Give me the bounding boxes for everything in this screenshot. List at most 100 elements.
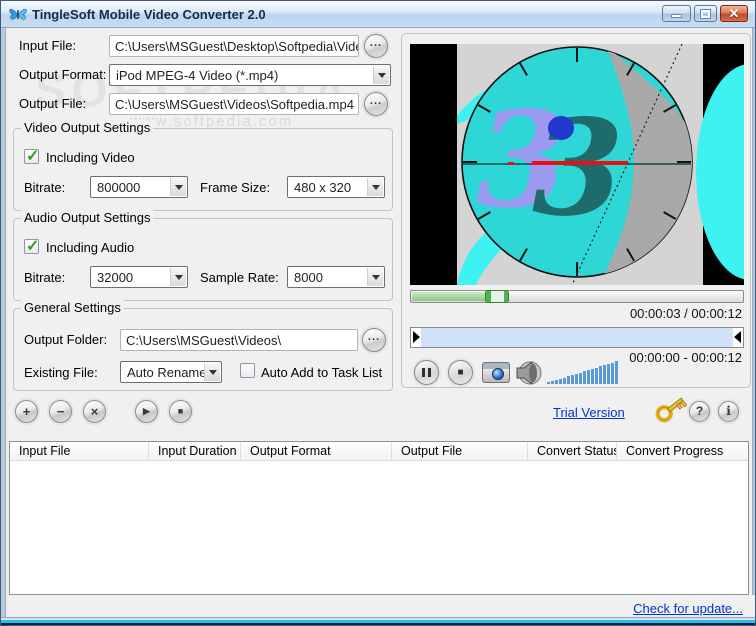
volume-bar bbox=[571, 375, 574, 384]
output-file-browse-button[interactable]: ... bbox=[364, 92, 388, 116]
seek-slider[interactable] bbox=[410, 290, 744, 303]
including-audio-checkbox[interactable]: ✓ bbox=[24, 238, 40, 255]
seek-progress bbox=[412, 292, 486, 301]
auto-add-checkbox[interactable]: ✓ bbox=[240, 363, 255, 378]
volume-bar bbox=[615, 361, 618, 384]
trim-end-handle[interactable] bbox=[734, 331, 741, 343]
help-button[interactable]: ? bbox=[689, 401, 710, 422]
col-convert-status[interactable]: Convert Status bbox=[528, 442, 617, 460]
frame-size-combo[interactable]: 480 x 320 bbox=[287, 176, 385, 198]
col-output-format[interactable]: Output Format bbox=[241, 442, 392, 460]
register-key-icon[interactable] bbox=[653, 394, 689, 426]
volume-bars[interactable] bbox=[547, 360, 623, 384]
output-folder-field[interactable]: C:\Users\MSGuest\Videos\ bbox=[120, 329, 358, 351]
volume-bar bbox=[567, 376, 570, 384]
start-convert-button[interactable]: ▶ bbox=[135, 400, 158, 423]
minimize-icon bbox=[671, 14, 682, 18]
trim-range-fill bbox=[421, 328, 733, 347]
output-format-label: Output Format: bbox=[19, 67, 107, 82]
volume-bar bbox=[559, 379, 562, 384]
col-convert-progress[interactable]: Convert Progress bbox=[617, 442, 748, 460]
including-video-checkbox[interactable]: ✓ bbox=[24, 148, 40, 165]
video-preview: 3 3 bbox=[410, 43, 755, 286]
play-icon: ▶ bbox=[143, 405, 150, 416]
butterfly-app-icon bbox=[9, 8, 27, 20]
frame-size-label: Frame Size: bbox=[200, 180, 271, 195]
video-bitrate-label: Bitrate: bbox=[24, 180, 66, 195]
audio-bitrate-combo[interactable]: 32000 bbox=[90, 266, 188, 288]
output-file-field[interactable]: C:\Users\MSGuest\Videos\Softpedia.mp4 bbox=[109, 93, 359, 115]
remove-task-button[interactable]: − bbox=[49, 400, 72, 423]
title-bar[interactable]: TingleSoft Mobile Video Converter 2.0 ✕ bbox=[1, 1, 755, 28]
question-icon: ? bbox=[695, 404, 704, 418]
col-input-file[interactable]: Input File bbox=[10, 442, 149, 460]
close-button[interactable]: ✕ bbox=[720, 5, 748, 22]
volume-bar bbox=[607, 364, 610, 384]
volume-bar bbox=[611, 363, 614, 384]
check-update-link[interactable]: Check for update... bbox=[633, 601, 743, 616]
chevron-down-icon bbox=[367, 178, 383, 196]
sample-rate-combo[interactable]: 8000 bbox=[287, 266, 385, 288]
volume-bar bbox=[555, 380, 558, 384]
volume-bar bbox=[603, 365, 606, 384]
maximize-button[interactable] bbox=[694, 5, 717, 22]
audio-bitrate-label: Bitrate: bbox=[24, 270, 66, 285]
stop-icon: ■ bbox=[177, 405, 184, 416]
check-icon: ✓ bbox=[26, 148, 40, 165]
video-bitrate-combo[interactable]: 800000 bbox=[90, 176, 188, 198]
output-file-label: Output File: bbox=[19, 96, 87, 111]
minus-icon: − bbox=[56, 403, 65, 419]
seek-thumb[interactable] bbox=[485, 290, 509, 303]
preview-stop-button[interactable]: ■ bbox=[448, 360, 473, 385]
client-area: SOFTPEDIA www.softpedia.com Input File: … bbox=[5, 28, 755, 619]
ellipsis-icon: ... bbox=[369, 37, 383, 49]
minimize-button[interactable] bbox=[662, 5, 691, 22]
including-video-label: Including Video bbox=[46, 150, 135, 165]
add-task-button[interactable]: + bbox=[15, 400, 38, 423]
position-time: 00:00:03 / 00:00:12 bbox=[629, 306, 742, 321]
check-icon: ✓ bbox=[26, 238, 40, 255]
chevron-down-icon bbox=[170, 178, 186, 196]
pause-button[interactable] bbox=[414, 360, 439, 385]
maximize-icon bbox=[700, 8, 711, 19]
trim-start-handle[interactable] bbox=[413, 331, 420, 343]
existing-file-combo[interactable]: Auto Rename bbox=[120, 361, 222, 383]
about-button[interactable]: i bbox=[718, 401, 739, 422]
trim-range-bar[interactable] bbox=[410, 327, 744, 348]
task-list-body[interactable] bbox=[10, 461, 748, 594]
volume-bar bbox=[591, 369, 594, 384]
stop-convert-button[interactable]: ■ bbox=[169, 400, 192, 423]
plus-icon: + bbox=[22, 403, 31, 419]
volume-bar bbox=[547, 382, 550, 384]
input-file-field[interactable]: C:\Users\MSGuest\Desktop\Softpedia\Video… bbox=[109, 35, 359, 57]
sample-rate-label: Sample Rate: bbox=[200, 270, 279, 285]
app-window: TingleSoft Mobile Video Converter 2.0 ✕ … bbox=[0, 0, 756, 626]
countdown-digit-front: 3 bbox=[532, 91, 624, 246]
range-time: 00:00:00 - 00:00:12 bbox=[629, 350, 742, 365]
speaker-icon[interactable] bbox=[515, 360, 543, 386]
volume-bar bbox=[599, 366, 602, 384]
output-format-combo[interactable]: iPod MPEG-4 Video (*.mp4) bbox=[109, 64, 391, 86]
general-settings-title: General Settings bbox=[21, 300, 124, 315]
preview-panel: 3 3 00:00:03 / 00:00:12 00:00:00 - 00:00… bbox=[401, 33, 755, 388]
cross-icon: × bbox=[90, 403, 99, 419]
task-list-header: Input File Input Duration Output Format … bbox=[10, 442, 748, 461]
volume-bar bbox=[551, 381, 554, 384]
volume-bar bbox=[575, 374, 578, 384]
task-list: Input File Input Duration Output Format … bbox=[9, 441, 749, 595]
col-output-file[interactable]: Output File bbox=[392, 442, 528, 460]
video-settings-title: Video Output Settings bbox=[21, 120, 154, 135]
input-file-browse-button[interactable]: ... bbox=[364, 34, 388, 58]
stop-icon: ■ bbox=[457, 367, 464, 378]
output-folder-browse-button[interactable]: ... bbox=[362, 328, 386, 352]
chevron-down-icon bbox=[204, 363, 220, 381]
auto-add-label: Auto Add to Task List bbox=[261, 365, 383, 380]
col-input-duration[interactable]: Input Duration bbox=[149, 442, 241, 460]
trial-version-link[interactable]: Trial Version bbox=[553, 405, 625, 420]
ellipsis-icon: ... bbox=[369, 95, 383, 107]
clear-tasks-button[interactable]: × bbox=[83, 400, 106, 423]
snapshot-button[interactable] bbox=[482, 362, 510, 383]
audio-settings-group: Audio Output Settings ✓ Including Audio … bbox=[13, 210, 393, 301]
input-file-label: Input File: bbox=[19, 38, 77, 53]
pause-icon bbox=[422, 368, 431, 377]
